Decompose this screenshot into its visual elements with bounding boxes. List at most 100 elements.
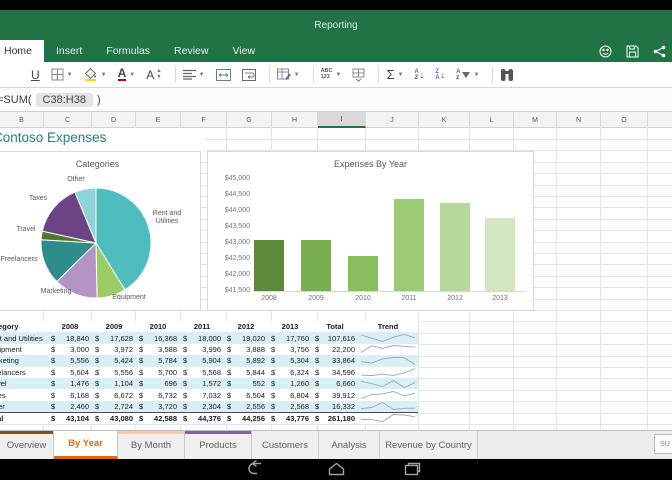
trend-cell[interactable] bbox=[358, 379, 418, 389]
table-cell[interactable]: $3,588 bbox=[136, 345, 180, 354]
formula-bar[interactable]: =SUM( C38:H38 ) bbox=[0, 88, 672, 112]
table-cell[interactable]: $2,724 bbox=[92, 402, 136, 411]
table-cell[interactable]: $5,844 bbox=[224, 368, 268, 377]
table-cell[interactable]: $6,504 bbox=[224, 391, 268, 400]
row-category[interactable]: Travel bbox=[0, 379, 48, 388]
ribbon-tab-view[interactable]: View bbox=[220, 40, 267, 62]
table-cell[interactable]: $39,912 bbox=[312, 391, 358, 400]
table-cell[interactable]: $1,476 bbox=[48, 379, 92, 388]
table-cell[interactable]: $44,376 bbox=[180, 414, 224, 423]
column-header-m[interactable]: M bbox=[514, 112, 557, 128]
table-cell[interactable]: $3,996 bbox=[180, 345, 224, 354]
table-cell[interactable]: $5,892 bbox=[224, 356, 268, 365]
wrap-text-icon[interactable] bbox=[242, 64, 256, 86]
table-cell[interactable]: $6,324 bbox=[268, 368, 312, 377]
sort-descending-icon[interactable]: ZA↓ bbox=[435, 64, 445, 86]
column-header-n[interactable]: N bbox=[557, 112, 601, 128]
column-header-l[interactable]: L bbox=[470, 112, 514, 128]
table-cell[interactable]: $22,200 bbox=[312, 345, 358, 354]
table-cell[interactable]: $6,732 bbox=[136, 391, 180, 400]
table-cell[interactable]: $42,588 bbox=[136, 414, 180, 423]
column-header-k[interactable]: K bbox=[419, 112, 470, 128]
table-cell[interactable]: $2,568 bbox=[268, 402, 312, 411]
table-cell[interactable]: $6,804 bbox=[268, 391, 312, 400]
table-cell[interactable]: $5,304 bbox=[268, 356, 312, 365]
trend-cell[interactable] bbox=[358, 356, 418, 366]
share-icon[interactable] bbox=[653, 45, 666, 58]
borders-icon[interactable]: ▼ bbox=[51, 64, 73, 86]
fill-color-icon[interactable]: ▼ bbox=[84, 64, 107, 86]
table-cell[interactable]: $18,840 bbox=[48, 334, 92, 343]
feedback-smiley-icon[interactable] bbox=[599, 45, 612, 58]
table-cell[interactable]: $261,180 bbox=[312, 414, 358, 423]
trend-cell[interactable] bbox=[358, 401, 418, 411]
font-size-icon[interactable]: A▲▼ bbox=[146, 64, 161, 86]
table-cell[interactable]: $43,104 bbox=[48, 414, 92, 423]
table-cell[interactable]: $3,756 bbox=[268, 345, 312, 354]
underline-icon[interactable]: U bbox=[31, 64, 40, 86]
table-cell[interactable]: $696 bbox=[136, 379, 180, 388]
spreadsheet-grid[interactable]: Contoso Expenses Categories Rent and Uti… bbox=[0, 128, 672, 430]
recents-icon[interactable] bbox=[404, 462, 421, 480]
table-cell[interactable]: $18,000 bbox=[180, 334, 224, 343]
row-category[interactable]: Marketing bbox=[0, 356, 48, 365]
table-cell[interactable]: $552 bbox=[224, 379, 268, 388]
column-header-h[interactable]: H bbox=[272, 112, 318, 128]
column-header-d[interactable]: D bbox=[92, 112, 136, 128]
insert-delete-cells-icon[interactable] bbox=[352, 64, 365, 86]
home-icon[interactable] bbox=[328, 462, 345, 480]
row-category[interactable]: Rent and Utilities bbox=[0, 334, 48, 343]
ribbon-tab-home[interactable]: Home bbox=[0, 40, 44, 62]
font-color-icon[interactable]: A▼ bbox=[118, 64, 136, 86]
sheet-title-cell[interactable]: Contoso Expenses bbox=[0, 128, 205, 151]
table-cell[interactable]: $3,000 bbox=[48, 345, 92, 354]
autosum-icon[interactable]: Σ▼ bbox=[386, 64, 403, 86]
table-cell[interactable]: $44,256 bbox=[224, 414, 268, 423]
column-header-f[interactable]: F bbox=[181, 112, 227, 128]
bar-chart-object[interactable]: Expenses By Year $45,000$44,500$44,000$4… bbox=[207, 151, 534, 311]
table-cell[interactable]: $5,556 bbox=[48, 356, 92, 365]
table-cell[interactable]: $2,304 bbox=[180, 402, 224, 411]
column-header-j[interactable]: J bbox=[366, 112, 419, 128]
table-cell[interactable]: $1,572 bbox=[180, 379, 224, 388]
table-cell[interactable]: $16,368 bbox=[136, 334, 180, 343]
table-cell[interactable]: $6,168 bbox=[48, 391, 92, 400]
filter-icon[interactable]: Az▼ bbox=[456, 64, 479, 86]
ribbon-tab-review[interactable]: Review bbox=[162, 40, 220, 62]
sheet-tab-by-year[interactable]: By Year bbox=[54, 431, 118, 459]
save-icon[interactable] bbox=[626, 45, 639, 58]
table-cell[interactable]: $1,104 bbox=[92, 379, 136, 388]
row-category[interactable]: Freelancers bbox=[0, 368, 48, 377]
row-category[interactable]: Other bbox=[0, 402, 48, 411]
sheet-tab-by-month[interactable]: By Month bbox=[118, 431, 185, 459]
column-header-i[interactable]: I bbox=[318, 112, 366, 128]
sheet-tab-customers[interactable]: Customers bbox=[252, 431, 319, 459]
table-cell[interactable]: $17,760 bbox=[268, 334, 312, 343]
trend-cell[interactable] bbox=[358, 413, 418, 423]
column-header-g[interactable]: G bbox=[227, 112, 272, 128]
table-cell[interactable]: $33,864 bbox=[312, 356, 358, 365]
table-cell[interactable]: $5,784 bbox=[136, 356, 180, 365]
table-cell[interactable]: $16,332 bbox=[312, 402, 358, 411]
ribbon-tab-insert[interactable]: Insert bbox=[44, 40, 94, 62]
find-icon[interactable] bbox=[500, 64, 514, 86]
trend-cell[interactable] bbox=[358, 390, 418, 400]
trend-cell[interactable] bbox=[358, 367, 418, 377]
table-cell[interactable]: $107,616 bbox=[312, 334, 358, 343]
table-cell[interactable]: $5,556 bbox=[92, 368, 136, 377]
table-cell[interactable]: $43,080 bbox=[92, 414, 136, 423]
trend-cell[interactable] bbox=[358, 344, 418, 354]
table-cell[interactable]: $1,260 bbox=[268, 379, 312, 388]
table-cell[interactable]: $5,604 bbox=[48, 368, 92, 377]
table-cell[interactable]: $3,720 bbox=[136, 402, 180, 411]
formula-range-chip[interactable]: C38:H38 bbox=[36, 93, 93, 107]
sort-ascending-icon[interactable]: AZ↓ bbox=[414, 64, 424, 86]
table-cell[interactable]: $3,888 bbox=[224, 345, 268, 354]
table-cell[interactable]: $5,424 bbox=[92, 356, 136, 365]
sheet-tab-analysis[interactable]: Analysis bbox=[319, 431, 380, 459]
row-category[interactable]: Equipment bbox=[0, 345, 48, 354]
back-icon[interactable] bbox=[247, 462, 265, 480]
trend-cell[interactable] bbox=[358, 333, 418, 343]
table-cell[interactable]: $5,568 bbox=[180, 368, 224, 377]
number-format-icon[interactable]: ABC123▼ bbox=[321, 64, 342, 86]
